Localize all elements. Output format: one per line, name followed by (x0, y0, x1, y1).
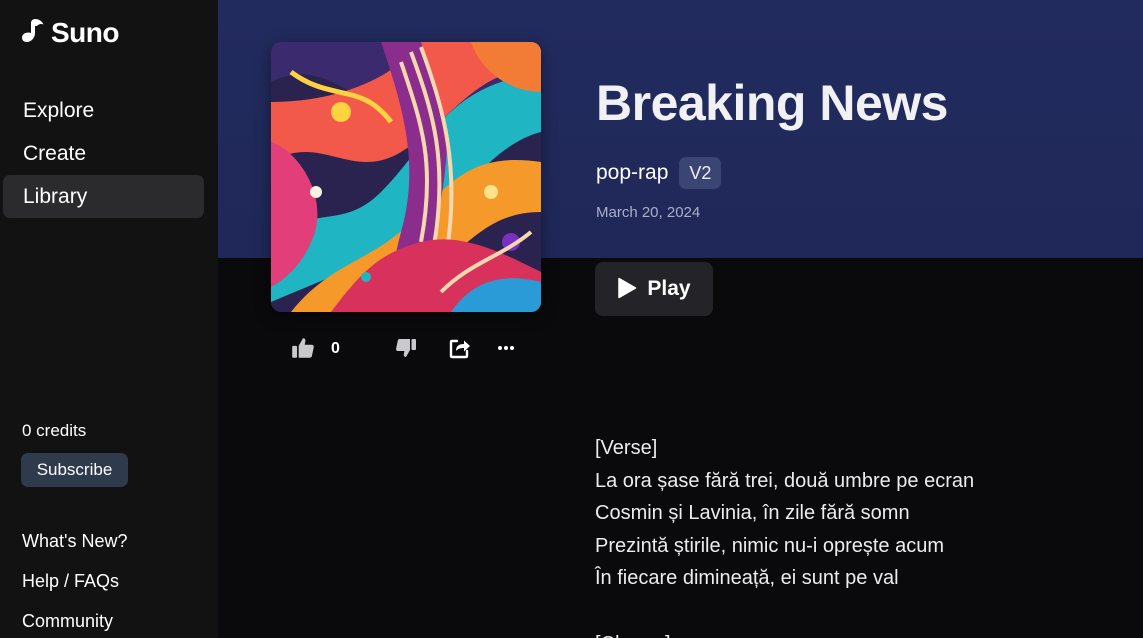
sidebar-nav: Explore Create Library (3, 89, 204, 218)
nav-item-explore[interactable]: Explore (3, 89, 204, 132)
lyrics: [Verse] La ora șase fără trei, două umbr… (595, 432, 1115, 638)
whats-new-link[interactable]: What's New? (22, 529, 127, 569)
version-badge: V2 (679, 157, 722, 189)
lyric-line: Prezintă știrile, nimic nu-i oprește acu… (595, 534, 945, 557)
release-date: March 20, 2024 (596, 204, 701, 221)
play-icon (617, 277, 637, 302)
lyric-line: [Chorus] (595, 628, 1115, 638)
lyric-line: Cosmin și Lavinia, în zile fără somn (595, 502, 910, 525)
credits-count: 0 credits (22, 421, 87, 440)
lyric-spacer (595, 595, 1115, 628)
song-page: 0 Breaking News pop-rap V2 March 20, 202… (218, 0, 1143, 638)
logo-text: Suno (51, 17, 120, 48)
song-meta: pop-rap V2 (596, 157, 722, 189)
community-link[interactable]: Community (22, 609, 127, 638)
play-label: Play (647, 277, 691, 300)
subscribe-button[interactable]: Subscribe (21, 453, 128, 487)
thumbs-down-icon (394, 336, 418, 365)
share-button[interactable] (448, 336, 472, 364)
more-horizontal-icon (497, 339, 515, 362)
song-title: Breaking News (596, 75, 948, 131)
nav-item-library[interactable]: Library (3, 175, 204, 218)
suno-logo-icon (21, 18, 45, 49)
help-faqs-link[interactable]: Help / FAQs (22, 569, 127, 609)
like-count: 0 (331, 340, 340, 357)
logo[interactable]: Suno (21, 17, 120, 49)
thumbs-up-icon (290, 335, 316, 366)
lyric-line: [Verse] (595, 437, 658, 459)
like-button[interactable] (290, 336, 316, 364)
more-options-button[interactable] (497, 336, 515, 364)
lyric-line: În fiecare dimineață, ei sunt pe val (595, 567, 899, 590)
share-icon (448, 336, 472, 365)
sidebar: Suno Explore Create Library 0 credits Su… (0, 0, 218, 638)
app-root: Suno Explore Create Library 0 credits Su… (0, 0, 1143, 638)
genre-tag[interactable]: pop-rap (596, 161, 668, 185)
nav-item-create[interactable]: Create (3, 132, 204, 175)
cover-art (271, 42, 541, 312)
lyric-line: La ora șase fără trei, două umbre pe ecr… (595, 469, 975, 492)
play-button[interactable]: Play (595, 262, 713, 316)
dislike-button[interactable] (394, 336, 418, 364)
footer-links: What's New? Help / FAQs Community (22, 529, 127, 638)
